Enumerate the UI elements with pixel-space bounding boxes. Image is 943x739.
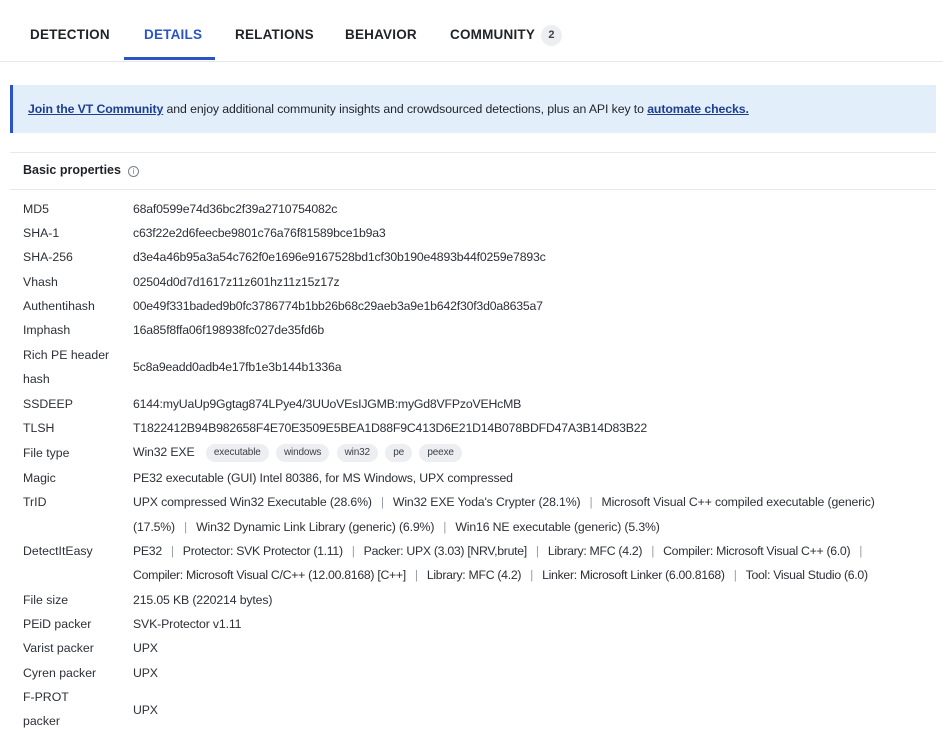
die-entry: Compiler: Microsoft Visual C++ (6.0) [663, 544, 851, 558]
property-value: UPX [133, 703, 158, 717]
property-label-continued: packer [23, 714, 60, 728]
trid-entry: (17.5%) [133, 520, 176, 534]
property-value: c63f22e2d6feecbe9801c76a76f81589bce1b9a3 [133, 226, 386, 240]
property-label: SHA-1 [23, 226, 60, 240]
banner-message: and enjoy additional community insights … [163, 102, 648, 116]
property-value: T1822412B94B982658F4E70E3509E5BEA1D88F9C… [133, 421, 648, 435]
property-label: TLSH [23, 421, 55, 435]
tab-community-label: COMMUNITY [450, 27, 536, 42]
property-value-continued: (17.5%) | Win32 Dynamic Link Library (gene… [133, 520, 660, 534]
trid-entry: Win32 EXE Yoda's Crypter (28.1%) [392, 495, 581, 509]
die-entry: Tool: Visual Studio (6.0) [745, 568, 868, 582]
property-value: Win32 EXE executable windows win32 pe pe… [133, 444, 462, 462]
separator: | [530, 568, 534, 582]
tab-relations[interactable]: RELATIONS [235, 0, 314, 62]
property-value: 00e49f331baded9b0fc3786774b1bb26b68c29ae… [133, 299, 543, 313]
property-label-continued: hash [23, 372, 50, 386]
file-type-value: Win32 EXE [133, 445, 195, 459]
property-value: 5c8a9eadd0adb4e17fb1e3b144b1336a [133, 360, 342, 374]
tag-peexe[interactable]: peexe [419, 444, 462, 462]
tab-detection[interactable]: DETECTION [30, 0, 110, 62]
trid-entry: Win32 Dynamic Link Library (generic) (6.… [196, 520, 435, 534]
die-entry: Packer: UPX (3.03) [NRV,brute] [363, 544, 528, 558]
die-entry: Library: MFC (4.2) [547, 544, 643, 558]
separator: | [184, 520, 188, 534]
property-label: SSDEEP [23, 397, 73, 411]
property-label: Authentihash [23, 299, 95, 313]
property-value: 6144:myUaUp9Ggtag874LPye4/3UUoVEsIJGMB:m… [133, 397, 522, 411]
tab-details[interactable]: DETAILS [144, 0, 202, 62]
property-label: Cyren packer [23, 666, 97, 680]
tag-pe[interactable]: pe [385, 444, 413, 462]
separator: | [859, 544, 863, 558]
tab-community[interactable]: COMMUNITY 2 [450, 0, 563, 62]
property-label: SHA-256 [23, 250, 73, 264]
property-label: DetectItEasy [23, 544, 93, 558]
trid-entry: Microsoft Visual C++ compiled executable… [601, 495, 875, 509]
separator: | [351, 544, 355, 558]
property-value: 215.05 KB (220214 bytes) [133, 593, 273, 607]
separator: | [535, 544, 539, 558]
property-label: Magic [23, 471, 56, 485]
tag-win32[interactable]: win32 [336, 444, 378, 462]
property-value: PE32 | Protector: SVK Protector (1.11) | Pac… [133, 544, 871, 558]
property-value: 68af0599e74d36bc2f39a2710754082c [133, 202, 338, 216]
die-entry: Protector: SVK Protector (1.11) [182, 544, 343, 558]
info-icon[interactable]: i [127, 166, 139, 177]
property-label: TrID [23, 495, 47, 509]
property-label: File size [23, 593, 69, 607]
property-label: MD5 [23, 202, 49, 216]
community-banner: Join the VT Community and enjoy addition… [10, 85, 936, 133]
property-value: UPX compressed Win32 Executable (28.6%) |… [133, 495, 875, 509]
property-value: PE32 executable (GUI) Intel 80386, for M… [133, 471, 513, 485]
community-count-badge: 2 [541, 25, 563, 46]
property-value: UPX [133, 641, 158, 655]
property-label: File type [23, 446, 70, 460]
join-community-link[interactable]: Join the VT Community [28, 102, 163, 116]
separator: | [414, 568, 418, 582]
separator: | [733, 568, 737, 582]
property-label: F-PROT [23, 690, 69, 704]
property-label: PEiD packer [23, 617, 92, 631]
trid-entry: UPX compressed Win32 Executable (28.6%) [133, 495, 372, 509]
tab-behavior[interactable]: BEHAVIOR [345, 0, 417, 62]
die-entry: Compiler: Microsoft Visual C/C++ (12.00.… [133, 568, 406, 582]
separator: | [380, 495, 384, 509]
die-entry: Library: MFC (4.2) [426, 568, 522, 582]
separator: | [651, 544, 655, 558]
section-divider-top [10, 152, 936, 153]
banner-text: Join the VT Community and enjoy addition… [28, 102, 749, 116]
property-label: Vhash [23, 275, 58, 289]
tab-bar: DETECTION DETAILS RELATIONS BEHAVIOR COM… [0, 0, 943, 62]
trid-entry: Win16 NE executable (generic) (5.3%) [455, 520, 660, 534]
property-value: SVK-Protector v1.11 [133, 617, 242, 631]
basic-properties-heading: Basic properties i [23, 163, 139, 177]
active-tab-indicator [124, 57, 215, 60]
separator: | [589, 495, 593, 509]
tag-executable[interactable]: executable [205, 444, 269, 462]
die-entry: PE32 [133, 544, 162, 558]
property-value: UPX [133, 666, 158, 680]
property-value: 16a85f8ffa06f198938fc027de35fd6b [133, 323, 324, 337]
property-label: Imphash [23, 323, 71, 337]
tag-windows[interactable]: windows [275, 444, 330, 462]
property-label: Varist packer [23, 641, 94, 655]
property-value: 02504d0d7d1617z11z601hz11z15z17z [133, 275, 340, 289]
die-entry: Linker: Microsoft Linker (6.00.8168) [542, 568, 725, 582]
property-label: Rich PE header [23, 348, 110, 362]
automate-checks-link[interactable]: automate checks. [647, 102, 749, 116]
property-value-continued: Compiler: Microsoft Visual C/C++ (12.00.… [133, 568, 868, 582]
separator: | [170, 544, 174, 558]
separator: | [443, 520, 447, 534]
basic-properties-title: Basic properties [23, 163, 121, 177]
property-value: d3e4a46b95a3a54c762f0e1696e9167528bd1cf3… [133, 250, 546, 264]
section-divider-header [10, 189, 936, 190]
